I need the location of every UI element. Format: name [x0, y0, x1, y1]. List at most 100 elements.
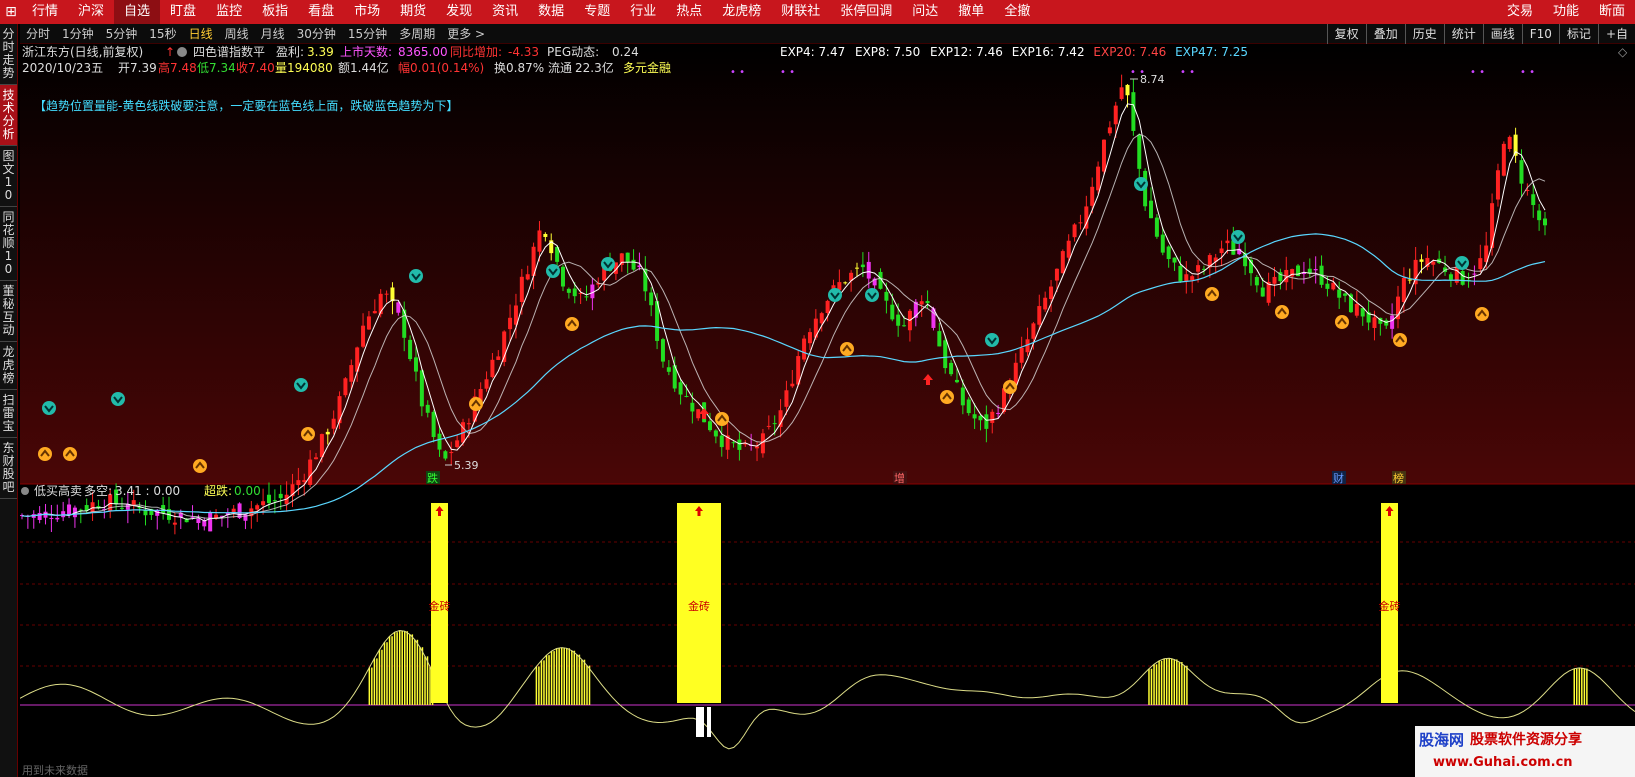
period-tab-4[interactable]: 日线: [183, 25, 219, 42]
period-tab-5[interactable]: 周线: [219, 25, 255, 42]
menu-item-16[interactable]: 财联社: [771, 0, 830, 24]
watermark-logo: 股海网: [1419, 730, 1465, 749]
candle-body: [1196, 265, 1201, 272]
sidebar-tab-3[interactable]: 同花顺10: [0, 207, 17, 281]
candle-body: [1154, 217, 1159, 237]
candle-body: [196, 518, 201, 524]
menu-item-19[interactable]: 撤单: [948, 0, 994, 24]
candle-body: [1401, 277, 1406, 303]
tool-button-5[interactable]: F10: [1521, 23, 1559, 44]
sidebar-tab-2[interactable]: 图文10: [0, 146, 17, 207]
candle-body: [755, 446, 760, 449]
up-arrow-icon: ↑: [165, 45, 175, 59]
candle-body: [802, 338, 807, 360]
tool-button-2[interactable]: 历史: [1404, 23, 1444, 44]
candle-body: [1254, 277, 1259, 286]
menu-item-20[interactable]: 全撤: [994, 0, 1040, 24]
tool-button-4[interactable]: 画线: [1482, 23, 1522, 44]
candle-body: [1119, 87, 1124, 99]
period-tab-6[interactable]: 月线: [255, 25, 291, 42]
settings-dot-icon[interactable]: [177, 47, 187, 57]
grid-menu-icon[interactable]: ⊞: [0, 0, 22, 24]
period-tab-7[interactable]: 30分钟: [291, 25, 342, 42]
candle-body: [896, 314, 901, 326]
menu-item-10[interactable]: 资讯: [482, 0, 528, 24]
candle-body: [1178, 265, 1183, 282]
period-tab-0[interactable]: 分时: [20, 25, 56, 42]
menu-item-1[interactable]: 沪深: [68, 0, 114, 24]
candle-body: [1072, 224, 1077, 238]
menu-item-8[interactable]: 期货: [390, 0, 436, 24]
candle-body: [1043, 297, 1048, 310]
menu-item-18[interactable]: 问达: [902, 0, 948, 24]
period-tab-2[interactable]: 5分钟: [100, 25, 144, 42]
tool-button-7[interactable]: +自: [1597, 23, 1635, 44]
candle-body: [713, 430, 718, 437]
sidebar-tab-5[interactable]: 龙虎榜: [0, 342, 17, 390]
kline-chart-svg[interactable]: 浙江东方(日线,前复权) ↑ 四色谱指数平 盈利: 3.39 上市天数: 836…: [20, 44, 1635, 777]
candle-body: [1413, 259, 1418, 285]
tool-button-3[interactable]: 统计: [1443, 23, 1483, 44]
buy-signal-icon: [1003, 380, 1017, 394]
candle-body: [949, 362, 954, 375]
longshort-value: 3.41 : 0.00: [115, 484, 180, 498]
tool-button-1[interactable]: 叠加: [1365, 23, 1405, 44]
open-label: 开: [118, 61, 130, 75]
chart-tools: 复权 叠加 历史 统计 画线 F10 标记 +自: [1326, 23, 1635, 44]
event-marker-2: 增: [894, 471, 905, 485]
buy-signal-icon: [715, 412, 729, 426]
stock-header: 浙江东方(日线,前复权) ↑ 四色谱指数平 盈利: 3.39 上市天数: 836…: [22, 44, 639, 59]
menu-item-12[interactable]: 专题: [574, 0, 620, 24]
candle-body: [261, 501, 266, 506]
period-tab-1[interactable]: 1分钟: [56, 25, 100, 42]
candle-body: [308, 459, 313, 485]
period-tab-8[interactable]: 15分钟: [342, 25, 393, 42]
menu-item-13[interactable]: 行业: [620, 0, 666, 24]
menu-item-2[interactable]: 自选: [114, 0, 161, 24]
sidebar-tab-4[interactable]: 董秘互动: [0, 281, 17, 342]
sidebar-tab-7[interactable]: 东财股吧: [0, 438, 17, 499]
menu-item-4[interactable]: 监控: [206, 0, 252, 24]
candle-body: [778, 410, 783, 427]
menu-item-9[interactable]: 发现: [436, 0, 482, 24]
candle-body: [1460, 270, 1465, 285]
period-tab-10[interactable]: 更多 >: [441, 25, 491, 42]
menu-item-5[interactable]: 板指: [252, 0, 298, 24]
menu-item-11[interactable]: 数据: [528, 0, 574, 24]
sub-settings-icon[interactable]: [21, 487, 29, 495]
menu-right: 交易 功能 断面: [1497, 0, 1635, 24]
candle-body: [1013, 362, 1018, 384]
menu-item-14[interactable]: 热点: [666, 0, 712, 24]
menu-right-item-2[interactable]: 断面: [1589, 0, 1635, 24]
period-tab-9[interactable]: 多周期: [393, 25, 441, 42]
menu-item-7[interactable]: 市场: [344, 0, 390, 24]
candle-body: [1537, 210, 1542, 221]
menu-item-17[interactable]: 张停回调: [830, 0, 902, 24]
candle-body: [1225, 240, 1230, 244]
candle-body: [719, 435, 724, 448]
menu-item-15[interactable]: 龙虎榜: [712, 0, 771, 24]
candle-body: [1060, 251, 1065, 274]
candle-body: [807, 332, 812, 344]
sidebar-tab-1[interactable]: 技术分析: [0, 85, 17, 146]
buy-signal-icon: [38, 447, 52, 461]
sidebar-tab-0[interactable]: 分时走势: [0, 24, 17, 85]
watermark-slogan: 股票软件资源分享: [1470, 732, 1583, 748]
menu-item-0[interactable]: 行情: [22, 0, 68, 24]
collapse-icon[interactable]: ◇: [1618, 45, 1628, 59]
turn-label: 换: [494, 61, 506, 75]
menu-right-item-0[interactable]: 交易: [1497, 0, 1543, 24]
tool-button-0[interactable]: 复权: [1326, 23, 1366, 44]
period-tab-3[interactable]: 15秒: [143, 25, 182, 42]
sidebar-tab-6[interactable]: 扫雷宝: [0, 390, 17, 438]
candle-body: [678, 382, 683, 395]
menu-item-6[interactable]: 看盘: [298, 0, 344, 24]
chg-label: 幅: [398, 60, 410, 75]
menu-right-item-1[interactable]: 功能: [1543, 0, 1589, 24]
menu-item-3[interactable]: 盯盘: [160, 0, 206, 24]
vol-label: 量: [275, 61, 287, 75]
candle-body: [408, 339, 413, 360]
menu-items: 行情 沪深 自选 盯盘 监控 板指 看盘 市场 期货 发现 资讯 数据 专题 行业 热点 龙虎榜 财联社 张停回调…: [22, 0, 1040, 24]
tool-button-6[interactable]: 标记: [1558, 23, 1598, 44]
candle-body: [1107, 127, 1112, 134]
